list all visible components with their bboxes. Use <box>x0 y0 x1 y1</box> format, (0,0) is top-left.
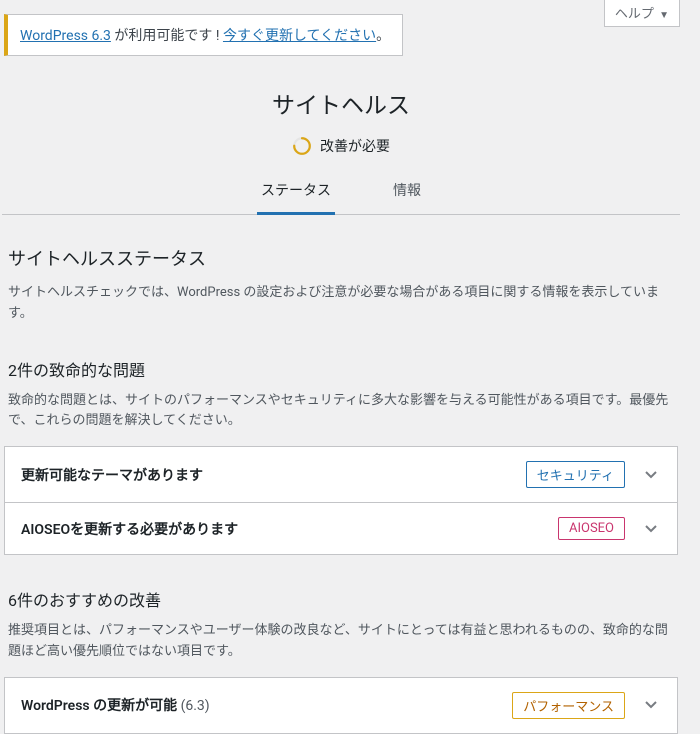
issue-badge-aioseo: AIOSEO <box>558 517 625 540</box>
wordpress-version-link[interactable]: WordPress 6.3 <box>20 28 111 44</box>
critical-issues-list: 更新可能なテーマがあります セキュリティ AIOSEOを更新する必要があります … <box>4 446 678 555</box>
issue-title: WordPress の更新が可能 (6.3) <box>21 695 210 715</box>
tab-info[interactable]: 情報 <box>389 174 425 215</box>
tabs: ステータス 情報 <box>2 174 680 215</box>
help-tab[interactable]: ヘルプ ▼ <box>604 0 680 27</box>
update-nag-mid: が利用可能です ! <box>111 28 223 44</box>
update-nag: WordPress 6.3 が利用可能です ! 今すぐ更新してください。 <box>4 14 403 56</box>
recommended-issues-list: WordPress の更新が可能 (6.3) パフォーマンス <box>4 677 678 734</box>
critical-heading: 2件の致命的な問題 <box>8 357 674 381</box>
status-heading: サイトヘルスステータス <box>8 245 674 271</box>
issue-row[interactable]: 更新可能なテーマがあります セキュリティ <box>4 446 678 503</box>
issue-title: 更新可能なテーマがあります <box>21 465 203 485</box>
update-nag-suffix: 。 <box>376 28 390 44</box>
issue-badge-performance: パフォーマンス <box>512 692 625 719</box>
status-desc: サイトヘルスチェックでは、WordPress の設定および注意が必要な場合がある… <box>8 283 674 325</box>
issue-title-text: WordPress の更新が可能 <box>21 698 177 714</box>
progress-label: 改善が必要 <box>320 136 390 156</box>
site-health-progress: 改善が必要 <box>292 136 390 156</box>
update-now-link[interactable]: 今すぐ更新してください <box>223 28 376 44</box>
issue-title: AIOSEOを更新する必要があります <box>21 519 238 539</box>
issue-badge-security: セキュリティ <box>526 461 625 488</box>
recommended-heading: 6件のおすすめの改善 <box>8 587 674 611</box>
page-title: サイトヘルス <box>2 78 680 136</box>
issue-version: (6.3) <box>181 698 210 714</box>
tab-status[interactable]: ステータス <box>257 174 335 215</box>
recommended-desc: 推奨項目とは、パフォーマンスやユーザー体験の改良など、サイトにとっては有益と思わ… <box>8 621 674 663</box>
critical-desc: 致命的な問題とは、サイトのパフォーマンスやセキュリティに多大な影響を与える可能性… <box>8 391 674 433</box>
chevron-down-icon <box>641 465 661 485</box>
issue-row[interactable]: AIOSEOを更新する必要があります AIOSEO <box>4 503 678 555</box>
progress-circle-icon <box>292 136 312 156</box>
chevron-down-icon <box>641 695 661 715</box>
chevron-down-icon <box>641 519 661 539</box>
help-tab-label: ヘルプ <box>615 7 654 22</box>
issue-row[interactable]: WordPress の更新が可能 (6.3) パフォーマンス <box>4 677 678 734</box>
chevron-down-icon: ▼ <box>659 10 669 21</box>
